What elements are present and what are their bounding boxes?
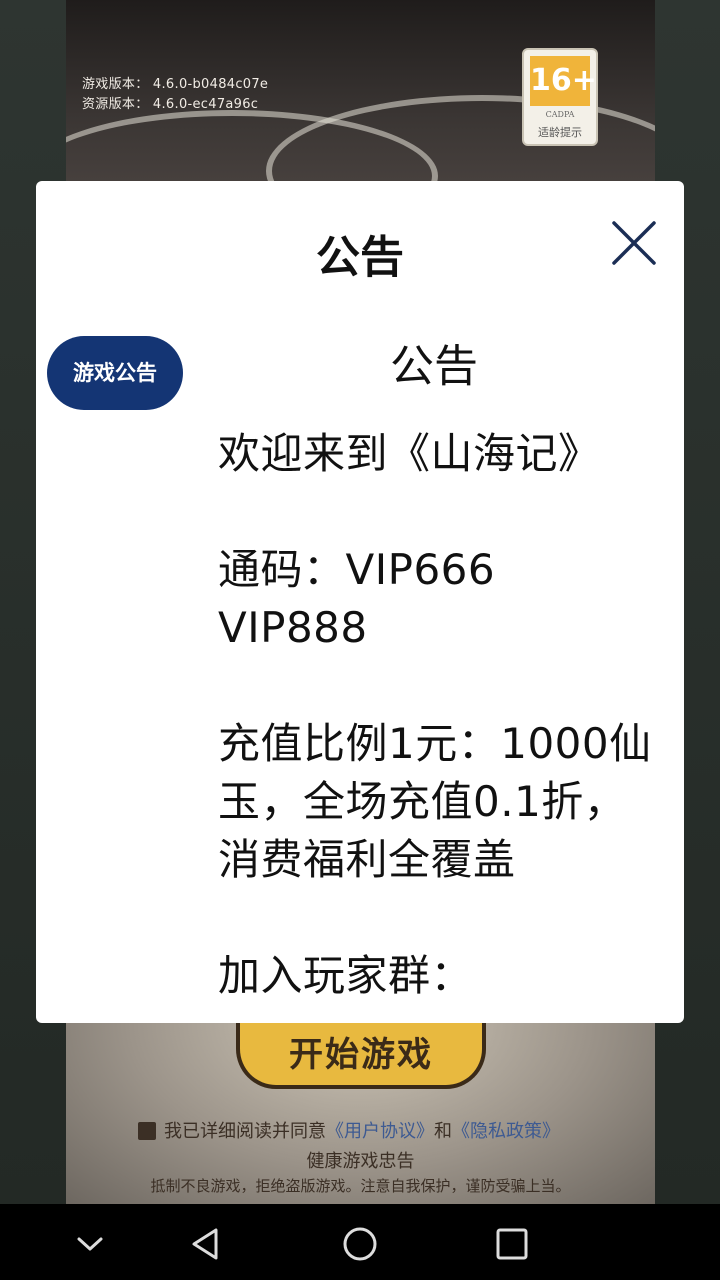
game-version-text: 游戏版本： 4.6.0-b0484c07e: [82, 77, 269, 92]
dialog-title: 公告: [316, 232, 404, 283]
close-icon[interactable]: [610, 219, 658, 267]
start-game-button[interactable]: 开始游戏: [236, 1023, 486, 1089]
recharge-paragraph: 充值比例1元：1000仙玉，全场充值0.1折，消费福利全覆盖: [218, 719, 652, 884]
codes-paragraph: 通码：VIP666 VIP888: [218, 545, 509, 652]
age-rating-tip: 适龄提示: [538, 126, 582, 139]
agreement-row: 我已详细阅读并同意《用户协议》和《隐私政策》: [138, 1117, 560, 1143]
age-rating-org: CADPA: [545, 110, 575, 119]
system-navigation-bar: [0, 1204, 720, 1280]
privacy-policy-link[interactable]: 《隐私政策》: [452, 1121, 560, 1142]
health-advice-text: 抵制不良游戏，拒绝盗版游戏。注意自我保护，谨防受骗上当。: [150, 1177, 571, 1195]
resource-version-text: 资源版本： 4.6.0-ec47a96c: [82, 97, 259, 112]
welcome-paragraph: 欢迎来到《山海记》: [218, 429, 601, 478]
recents-square-icon[interactable]: [494, 1226, 530, 1262]
agreement-and: 和: [434, 1121, 452, 1142]
back-triangle-icon[interactable]: [188, 1226, 224, 1262]
health-advice-title: 健康游戏忠告: [306, 1151, 415, 1172]
announcement-dialog: 公告 游戏公告 公告 欢迎来到《山海记》 通码：VIP666 VIP888 充值…: [36, 181, 684, 1023]
game-footer: 开始游戏 我已详细阅读并同意《用户协议》和《隐私政策》 健康游戏忠告 抵制不良游…: [66, 1023, 655, 1204]
agreement-prefix: 我已详细阅读并同意: [164, 1121, 326, 1142]
age-rating-badge[interactable]: 16+ CADPA 适龄提示: [522, 48, 598, 146]
content-title: 公告: [390, 341, 478, 392]
home-circle-icon[interactable]: [342, 1226, 378, 1262]
announcement-content[interactable]: 公告 欢迎来到《山海记》 通码：VIP666 VIP888 充值比例1元：100…: [218, 331, 658, 999]
tab-game-announcement[interactable]: 游戏公告: [47, 336, 183, 410]
user-agreement-link[interactable]: 《用户协议》: [326, 1121, 434, 1142]
join-group-paragraph: 加入玩家群：: [218, 951, 474, 999]
chevron-down-icon[interactable]: [72, 1226, 108, 1262]
agreement-checkbox[interactable]: [138, 1122, 156, 1140]
age-rating-label: 16+: [530, 56, 597, 106]
